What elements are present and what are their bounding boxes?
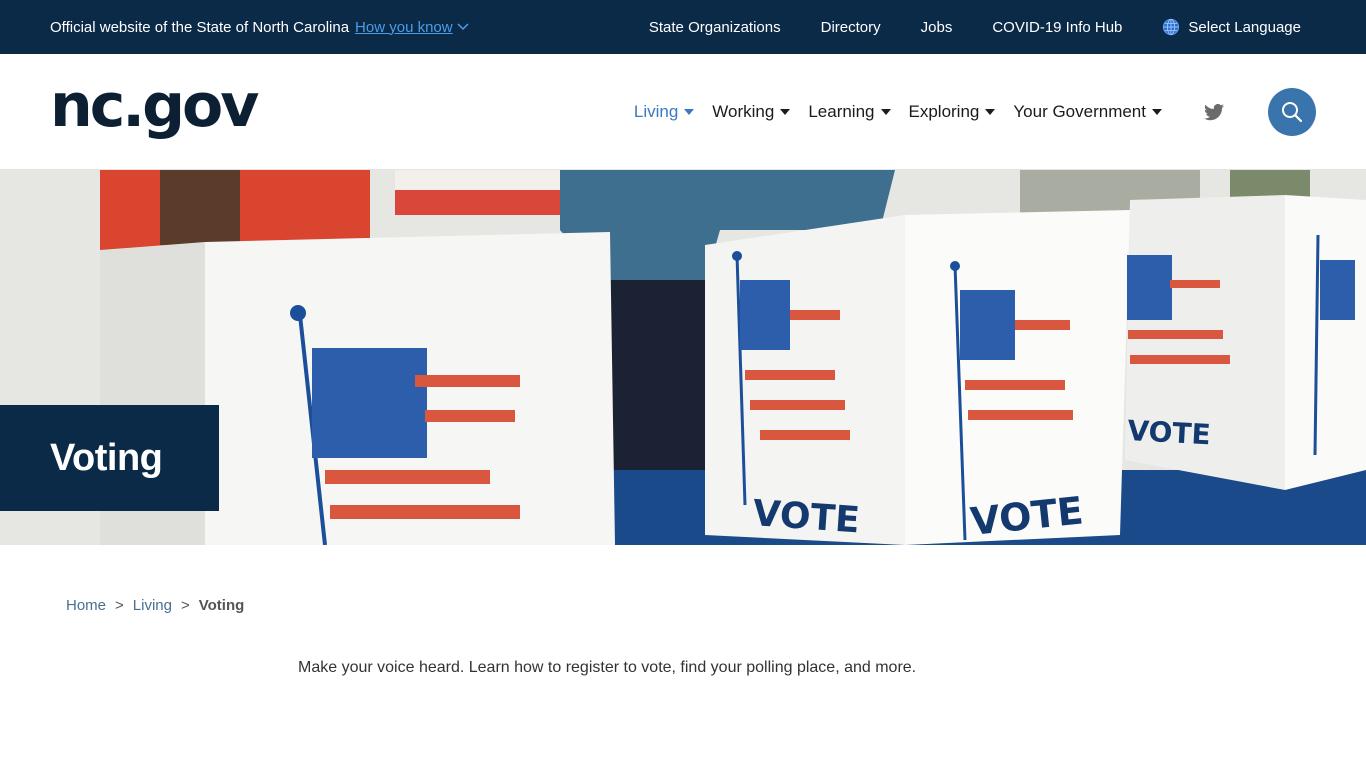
search-icon xyxy=(1282,101,1303,122)
utility-nav: State Organizations Directory Jobs COVID… xyxy=(649,18,1316,36)
jobs-link[interactable]: Jobs xyxy=(921,19,953,36)
caret-down-icon xyxy=(780,108,791,115)
official-text: Official website of the State of North C… xyxy=(50,18,350,36)
caret-down-icon xyxy=(1152,108,1162,115)
svg-text:VOTE: VOTE xyxy=(751,493,861,541)
breadcrumb-home[interactable]: Home xyxy=(66,597,106,614)
nav-item-learning[interactable]: Learning xyxy=(808,101,891,122)
chevron-down-icon xyxy=(457,23,469,31)
globe-icon xyxy=(1163,18,1180,36)
nav-item-label: Learning xyxy=(808,101,875,121)
breadcrumb: Home > Living > Voting xyxy=(66,597,244,614)
site-logo[interactable]: nc.gov xyxy=(50,76,259,136)
search-button[interactable] xyxy=(1268,87,1316,136)
how-you-know-label: How you know xyxy=(355,18,453,36)
twitter-icon[interactable] xyxy=(1202,100,1226,124)
select-language-button[interactable]: Select Language xyxy=(1162,18,1301,36)
main-nav: Living Working Learning Exploring Your G… xyxy=(633,87,1316,136)
hero-banner: VOTE VOTE VOTE Voting xyxy=(0,170,1366,545)
page-title-box: Voting xyxy=(0,405,219,511)
nav-item-label: Your Government xyxy=(1013,101,1146,121)
breadcrumb-current: Voting xyxy=(198,597,245,614)
breadcrumb-living[interactable]: Living xyxy=(133,597,172,614)
caret-down-icon xyxy=(985,108,996,115)
intro-text: Make your voice heard. Learn how to regi… xyxy=(298,659,917,676)
how-you-know-link[interactable]: How you know xyxy=(355,19,469,36)
official-notice: Official website of the State of North C… xyxy=(50,19,469,36)
caret-down-icon xyxy=(684,108,695,115)
breadcrumb-separator: > xyxy=(180,597,190,614)
official-banner: Official website of the State of North C… xyxy=(0,0,1366,54)
svg-text:VOTE: VOTE xyxy=(1127,414,1212,451)
nav-item-your-government[interactable]: Your Government xyxy=(1013,102,1162,122)
nav-item-label: Exploring xyxy=(908,101,980,121)
directory-link[interactable]: Directory xyxy=(821,19,881,36)
nav-item-label: Working xyxy=(712,101,775,121)
nav-item-working[interactable]: Working xyxy=(712,101,791,122)
nav-item-exploring[interactable]: Exploring xyxy=(909,102,996,122)
state-organizations-link[interactable]: State Organizations xyxy=(649,19,781,36)
covid-info-hub-link[interactable]: COVID-19 Info Hub xyxy=(992,19,1122,36)
nav-item-living[interactable]: Living xyxy=(633,101,695,122)
caret-down-icon xyxy=(880,108,891,115)
breadcrumb-separator: > xyxy=(115,597,124,614)
page-title: Voting xyxy=(50,436,163,479)
site-header: nc.gov Living Working Learning Exploring… xyxy=(0,54,1366,170)
select-language-label: Select Language xyxy=(1188,18,1301,36)
nav-item-label: Living xyxy=(633,101,679,121)
